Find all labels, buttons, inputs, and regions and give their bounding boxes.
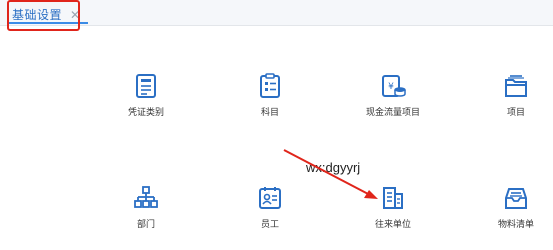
tile-label: 部门 <box>136 220 155 230</box>
voucher-icon <box>133 73 159 99</box>
folder-icon <box>503 73 529 99</box>
inbox-tray-icon <box>503 185 529 211</box>
tile-project[interactable]: 项目 <box>476 73 553 133</box>
org-chart-icon <box>133 185 159 211</box>
annotation-highlight-box <box>7 0 80 31</box>
cash-flow-icon: ¥ <box>380 73 406 99</box>
svg-text:¥: ¥ <box>388 82 394 92</box>
building-icon <box>380 185 406 211</box>
tile-label: 员工 <box>260 220 279 230</box>
tile-subject[interactable]: 科目 <box>230 73 310 133</box>
tile-label: 项目 <box>506 108 525 118</box>
tile-label: 物料清单 <box>497 220 534 230</box>
tile-cash-flow-item[interactable]: ¥ 现金流量项目 <box>353 73 433 133</box>
tile-bill-of-materials[interactable]: 物料清单 <box>476 185 553 245</box>
tile-employee[interactable]: 员工 <box>230 185 310 245</box>
tile-label: 往来单位 <box>374 220 411 230</box>
tile-label: 凭证类别 <box>127 108 164 118</box>
clipboard-list-icon <box>257 73 283 99</box>
tile-label: 科目 <box>260 108 279 118</box>
employee-card-icon <box>257 185 283 211</box>
tab-bar: 基础设置 ✕ <box>0 0 553 26</box>
tile-department[interactable]: 部门 <box>106 185 186 245</box>
tile-voucher-category[interactable]: 凭证类别 <box>106 73 186 133</box>
watermark-text: wx:dgyyrj <box>306 160 361 175</box>
tile-label: 现金流量项目 <box>365 108 420 118</box>
tile-business-partner[interactable]: 往来单位 <box>353 185 433 245</box>
